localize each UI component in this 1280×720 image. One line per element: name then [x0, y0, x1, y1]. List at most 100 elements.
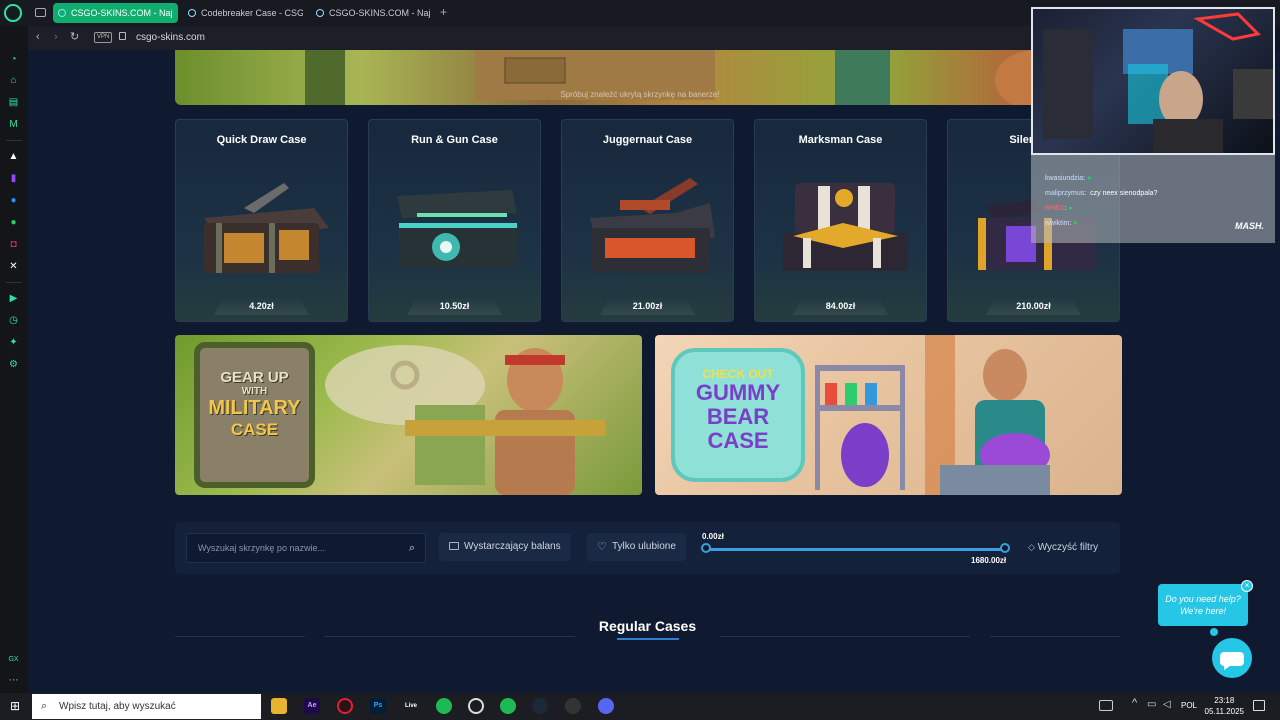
- ableton-live-icon[interactable]: Live: [403, 698, 419, 714]
- section-title: Regular Cases: [598, 618, 697, 634]
- settings-gear-icon[interactable]: ⚙: [7, 358, 20, 371]
- tab-csgo-skins-2[interactable]: CSGO-SKINS.COM - Naj: [311, 3, 431, 23]
- chat-bubble-icon: [1220, 652, 1244, 670]
- case-chest-image: [397, 190, 517, 268]
- sidebar-divider: [6, 282, 22, 283]
- ccleaner-icon[interactable]: [468, 698, 484, 714]
- heading-line-left-2: [325, 636, 575, 637]
- file-explorer-icon[interactable]: [271, 698, 287, 714]
- webcam-scene: [1043, 12, 1273, 153]
- taskbar-search-input[interactable]: ⌕ Wpisz tutaj, aby wyszukać: [32, 694, 261, 719]
- notifications-icon[interactable]: [1253, 700, 1265, 711]
- site-favicon-icon: [188, 9, 196, 17]
- streamer-webcam: [1031, 7, 1275, 155]
- after-effects-icon[interactable]: Ae: [304, 698, 320, 714]
- wallet-icon: [449, 542, 459, 550]
- case-name: Juggernaut Case: [602, 134, 693, 146]
- promo-military-case[interactable]: GEAR UP WITH MILITARY CASE: [175, 335, 642, 495]
- regular-cases-heading: Regular Cases: [175, 618, 1120, 648]
- eraser-icon: ◇: [1028, 542, 1035, 552]
- gx-control-icon[interactable]: ◔: [7, 53, 20, 66]
- case-filters: Wyszukaj skrzynkę po nazwie... ⌕ Wystarc…: [175, 522, 1120, 574]
- obs-icon[interactable]: [565, 698, 581, 714]
- extensions-icon[interactable]: ✦: [7, 336, 20, 349]
- language-indicator[interactable]: POL: [1181, 701, 1197, 710]
- price-max-label: 1680.00zł: [971, 556, 1007, 565]
- price-min-handle[interactable]: [701, 543, 711, 553]
- case-card-juggernaut[interactable]: Juggernaut Case 21.00zł: [561, 119, 734, 322]
- history-icon[interactable]: ◷: [7, 314, 20, 327]
- heading-line-right: [720, 636, 970, 637]
- opera-gx-logo-icon[interactable]: [4, 4, 22, 22]
- clear-filters-button[interactable]: ◇ Wyczyść filtry: [1028, 542, 1098, 553]
- x-twitter-icon[interactable]: ✕: [7, 260, 20, 273]
- case-price: 10.50zł: [407, 297, 502, 315]
- lock-icon: [119, 32, 126, 40]
- emote-icon: ●: [1068, 205, 1073, 212]
- windows-start-icon[interactable]: ⊞: [10, 700, 22, 712]
- tray-expand-icon[interactable]: ^: [1132, 697, 1137, 709]
- price-min-label: 0.00zł: [702, 532, 724, 541]
- promo-gummy-bear-case[interactable]: CHECK OUT GUMMY BEAR CASE: [655, 335, 1122, 495]
- case-chest-image: [204, 183, 329, 273]
- case-name: Marksman Case: [798, 134, 883, 146]
- steam-icon[interactable]: [532, 698, 548, 714]
- help-bubble[interactable]: Do you need help? We're here!: [1158, 584, 1248, 626]
- network-icon[interactable]: ▭: [1147, 699, 1156, 710]
- discord-icon[interactable]: [598, 698, 614, 714]
- heart-icon: ♡: [597, 541, 607, 553]
- player-icon[interactable]: ▶: [7, 292, 20, 305]
- case-card-quick-draw[interactable]: Quick Draw Case 4.20zł: [175, 119, 348, 322]
- case-chest-image: [783, 183, 908, 271]
- twitch-icon[interactable]: ▮: [7, 172, 20, 185]
- tab-csgo-skins-1[interactable]: CSGO-SKINS.COM - Naj: [53, 3, 178, 23]
- heading-line-right-2: [990, 636, 1120, 637]
- forward-icon[interactable]: ›: [54, 31, 58, 43]
- help-bubble-dot: [1210, 628, 1218, 636]
- keyboard-icon[interactable]: [1099, 700, 1113, 711]
- taskbar-clock[interactable]: 23:18 05.11.2025: [1205, 695, 1244, 717]
- volume-icon[interactable]: ◁: [1163, 699, 1171, 710]
- case-card-run-and-gun[interactable]: Run & Gun Case 10.50zł: [368, 119, 541, 322]
- news-icon[interactable]: ▤: [7, 96, 20, 109]
- aria-icon[interactable]: ▲: [7, 150, 20, 163]
- workspaces-icon[interactable]: [35, 8, 46, 17]
- stream-chat: kwasiundzia: ● maliprzymus: czy neex sie…: [1031, 155, 1275, 243]
- search-icon: ⌕: [41, 700, 48, 712]
- chat-message: maliprzymus: czy neex sienodpala?: [1045, 190, 1158, 197]
- browser-sidebar: ◔ ⌂ ▤ M ▲ ▮ ● ● ◘ ✕ ▶ ◷ ✦ ⚙ GX ⋯: [0, 26, 28, 693]
- spotify-icon[interactable]: [436, 698, 452, 714]
- case-price: 4.20zł: [214, 297, 309, 315]
- back-icon[interactable]: ‹: [36, 31, 40, 43]
- support-chat-button[interactable]: [1212, 638, 1252, 678]
- gx-badge[interactable]: GX: [7, 653, 20, 666]
- mods-icon[interactable]: M: [7, 118, 20, 131]
- price-range-track[interactable]: [706, 548, 1004, 551]
- whatsapp-icon[interactable]: ●: [7, 216, 20, 229]
- case-name: Run & Gun Case: [411, 134, 498, 146]
- favorites-only-toggle[interactable]: ♡ Tylko ulubione: [587, 533, 686, 561]
- reload-icon[interactable]: ↻: [70, 30, 79, 43]
- url-text[interactable]: csgo-skins.com: [136, 32, 205, 43]
- tab-codebreaker-case[interactable]: Codebreaker Case - CSG: [183, 3, 303, 23]
- gx-corner-icon[interactable]: ⌂: [7, 74, 20, 87]
- spotify-icon-2[interactable]: [500, 698, 516, 714]
- sufficient-balance-toggle[interactable]: Wystarczający balans: [439, 533, 571, 561]
- vpn-badge[interactable]: VPN: [94, 32, 113, 43]
- windows-taskbar: ⊞ ⌕ Wpisz tutaj, aby wyszukać Ae Ps Live…: [0, 693, 1280, 720]
- case-card-marksman[interactable]: Marksman Case 84.00zł: [754, 119, 927, 322]
- photoshop-icon[interactable]: Ps: [370, 698, 386, 714]
- new-tab-button[interactable]: +: [437, 6, 450, 19]
- instagram-icon[interactable]: ◘: [7, 238, 20, 251]
- search-icon[interactable]: ⌕: [409, 534, 415, 562]
- price-max-handle[interactable]: [1000, 543, 1010, 553]
- hidden-case-banner[interactable]: Spróbuj znaleźć ukrytą skrzynkę na baner…: [175, 50, 1105, 105]
- messenger-icon[interactable]: ●: [7, 194, 20, 207]
- chat-message: RHEX: ●: [1045, 205, 1073, 212]
- military-title: GEAR UP WITH MILITARY CASE: [208, 369, 301, 439]
- opera-gx-taskbar-icon[interactable]: [337, 698, 353, 714]
- more-icon[interactable]: ⋯: [7, 674, 20, 687]
- sidebar-divider: [6, 140, 22, 141]
- help-close-button[interactable]: ×: [1241, 580, 1253, 592]
- case-search-input[interactable]: Wyszukaj skrzynkę po nazwie... ⌕: [186, 533, 426, 563]
